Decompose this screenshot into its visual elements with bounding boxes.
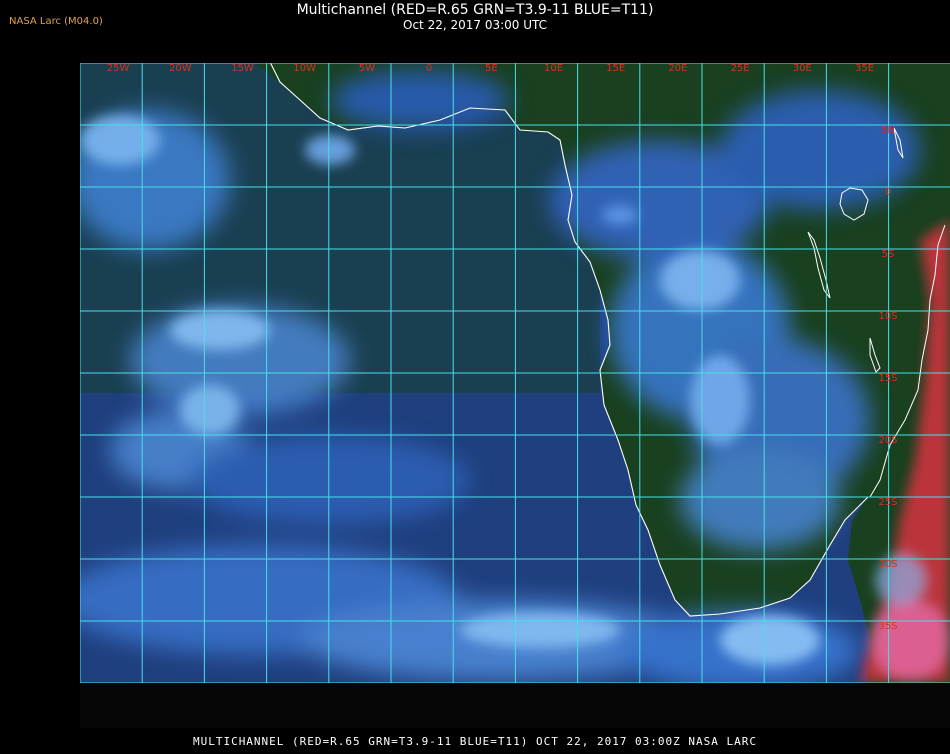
lon-label-20e: 20E <box>668 63 687 74</box>
lon-label-0: 0 <box>426 63 432 74</box>
satellite-map: 25W 20W 15W 10W 5W 0 5E 10E 15E 20E 25E 30E 35E 5N 0 5S… <box>0 0 950 750</box>
lon-label-15w: 15W <box>231 63 254 74</box>
lat-label-10s: 10S <box>878 311 897 322</box>
map-bottom-margin <box>80 683 950 728</box>
lat-label-20s: 20S <box>878 435 897 446</box>
lon-label-20w: 20W <box>169 63 192 74</box>
lon-label-25w: 25W <box>107 63 130 74</box>
lon-label-30e: 30E <box>793 63 812 74</box>
lon-label-25e: 25E <box>731 63 750 74</box>
lat-label-5s: 5S <box>882 249 895 260</box>
lon-label-5w: 5W <box>359 63 375 74</box>
lon-label-10e: 10E <box>544 63 563 74</box>
lat-label-25s: 25S <box>878 497 897 508</box>
footer-caption: MULTICHANNEL (RED=R.65 GRN=T3.9-11 BLUE=… <box>192 735 758 748</box>
lon-label-15e: 15E <box>606 63 625 74</box>
lat-label-5n: 5N <box>881 125 895 136</box>
lat-label-0: 0 <box>885 187 891 198</box>
lon-label-35e: 35E <box>855 63 874 74</box>
lat-label-35s: 35S <box>878 621 897 632</box>
satellite-image: 25W 20W 15W 10W 5W 0 5E 10E 15E 20E 25E 30E 35E 5N 0 5S… <box>80 63 950 728</box>
lon-label-10w: 10W <box>293 63 316 74</box>
lon-label-5e: 5E <box>485 63 498 74</box>
lat-label-15s: 15S <box>878 373 897 384</box>
lat-label-30s: 30S <box>878 559 897 570</box>
